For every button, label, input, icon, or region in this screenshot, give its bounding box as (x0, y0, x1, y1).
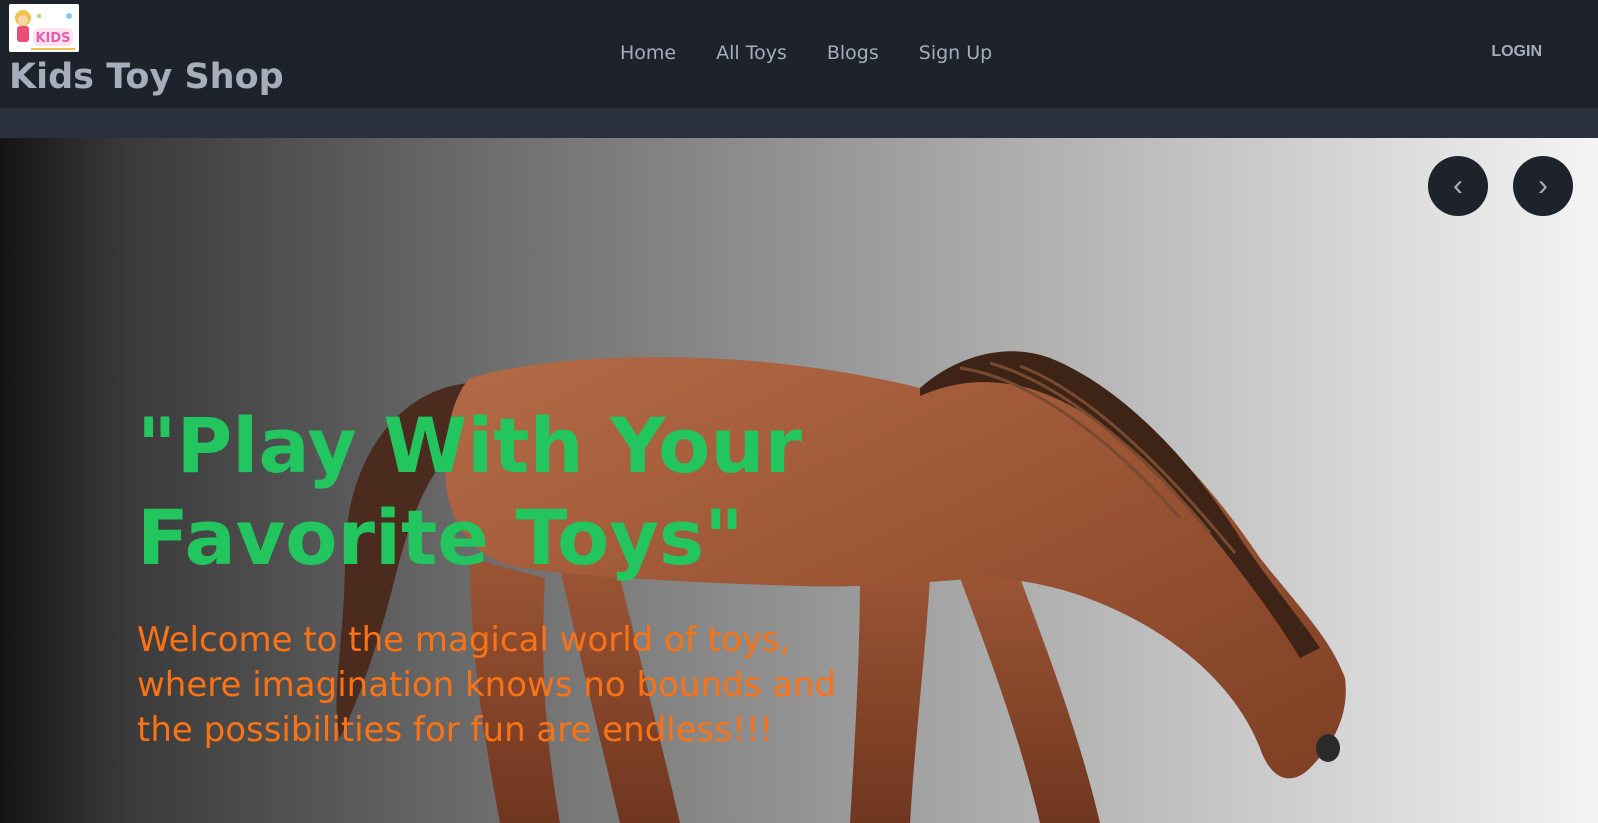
sub-bar (0, 108, 1598, 138)
kids-logo-icon: KIDS (9, 4, 79, 52)
login-button[interactable]: LOGIN (1475, 32, 1558, 72)
main-nav: Home All Toys Blogs Sign Up (600, 30, 1012, 76)
hero-heading: "Play With Your Favorite Toys" (137, 401, 802, 582)
brand-title[interactable]: Kids Toy Shop (9, 55, 284, 99)
brand-logo[interactable]: KIDS (9, 4, 79, 52)
nav-link-blogs[interactable]: Blogs (807, 32, 899, 74)
hero-subtitle: Welcome to the magical world of toys, wh… (137, 620, 837, 750)
nav-link-home[interactable]: Home (600, 32, 696, 74)
hero-text-block: "Play With Your Favorite Toys" Welcome t… (137, 400, 897, 753)
hero-carousel: ‹ › "Play With Your Favorite Toys" Welco… (0, 138, 1598, 823)
nav-link-all-toys[interactable]: All Toys (696, 32, 807, 74)
navbar: KIDS Kids Toy Shop Home All Toys Blogs S… (0, 0, 1598, 108)
carousel-next-button[interactable]: › (1513, 156, 1573, 216)
svg-text:KIDS: KIDS (35, 31, 70, 46)
nav-link-sign-up[interactable]: Sign Up (899, 32, 1012, 74)
carousel-prev-button[interactable]: ‹ (1428, 156, 1488, 216)
